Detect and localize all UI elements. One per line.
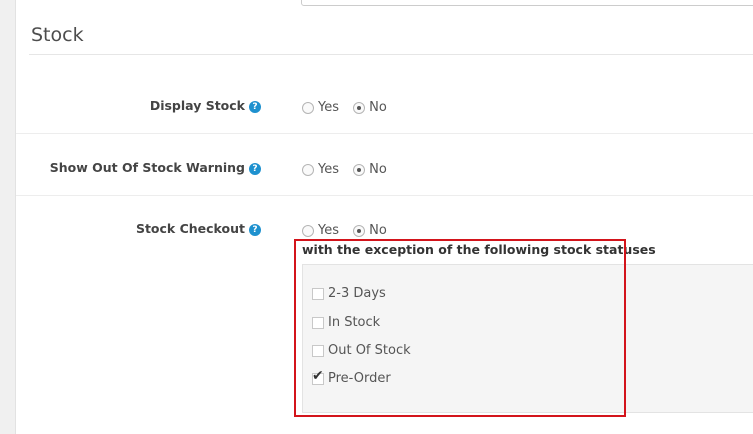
help-icon[interactable]: ? <box>249 224 261 236</box>
section-title: Stock <box>31 24 84 46</box>
settings-panel: Stock Display Stock? Yes No Show Out Of … <box>15 0 753 434</box>
display-stock-no[interactable]: No <box>353 100 387 115</box>
radio-button-checked[interactable] <box>353 101 366 114</box>
help-icon[interactable]: ? <box>249 101 261 113</box>
out-of-stock-warning-radio-group: Yes No <box>302 162 397 180</box>
radio-button[interactable] <box>302 224 314 237</box>
out-of-stock-warning-yes[interactable]: Yes <box>302 162 339 177</box>
stock-checkout-label: Stock Checkout? <box>136 221 261 236</box>
out-of-stock-warning-no[interactable]: No <box>353 162 387 177</box>
radio-button[interactable] <box>302 163 314 176</box>
stock-checkout-radio-group: Yes No <box>302 223 397 241</box>
radio-button-checked[interactable] <box>353 163 366 176</box>
highlight-box <box>294 239 626 417</box>
show-out-of-stock-warning-label: Show Out Of Stock Warning? <box>50 160 261 175</box>
section-divider <box>29 54 753 55</box>
row-divider <box>16 133 753 134</box>
display-stock-label: Display Stock? <box>150 98 261 113</box>
radio-button-checked[interactable] <box>353 224 366 237</box>
text-input-above[interactable] <box>301 0 753 6</box>
row-divider <box>16 195 753 196</box>
stock-checkout-no[interactable]: No <box>353 223 387 238</box>
help-icon[interactable]: ? <box>249 163 261 175</box>
display-stock-yes[interactable]: Yes <box>302 100 339 115</box>
stock-checkout-yes[interactable]: Yes <box>302 223 339 238</box>
radio-button[interactable] <box>302 101 314 114</box>
display-stock-radio-group: Yes No <box>302 100 397 118</box>
